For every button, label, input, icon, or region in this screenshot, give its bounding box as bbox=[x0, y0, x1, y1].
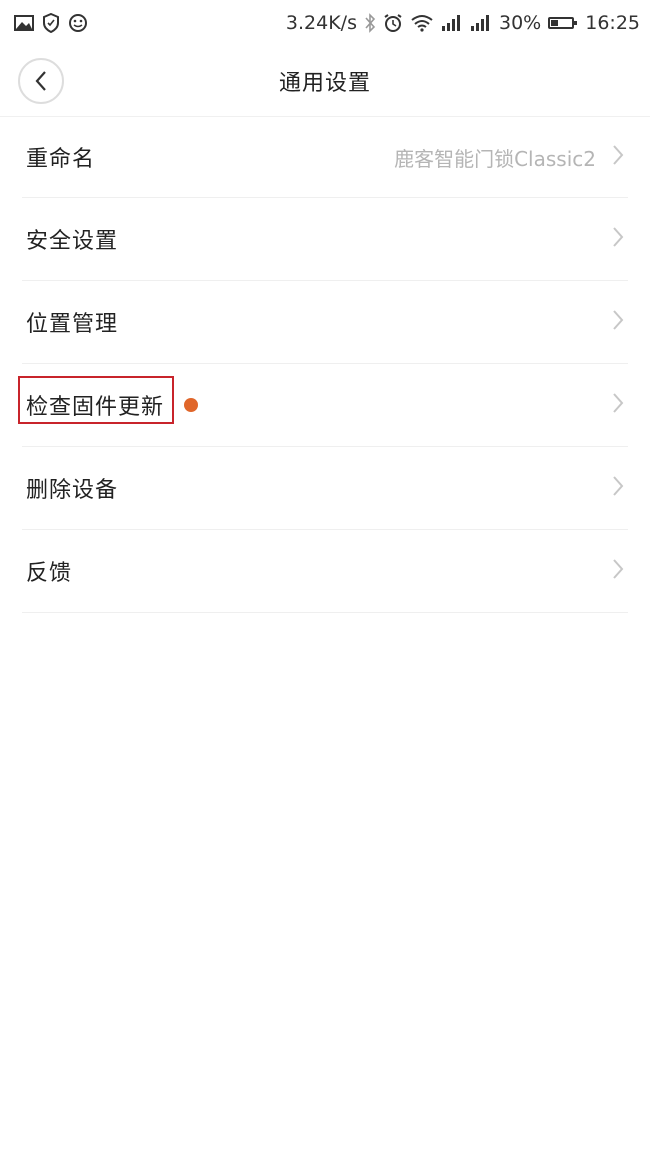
wifi-icon bbox=[410, 14, 434, 32]
menu-item-check-firmware-update[interactable]: 检查固件更新 bbox=[18, 364, 628, 447]
status-time: 16:25 bbox=[585, 12, 640, 34]
signal-icon bbox=[470, 14, 492, 32]
chevron-right-icon bbox=[612, 309, 624, 335]
menu-item-label: 重命名 bbox=[26, 147, 96, 172]
header: 通用设置 bbox=[0, 46, 650, 117]
menu-item-label: 删除设备 bbox=[26, 478, 119, 503]
settings-menu: 重命名 鹿客智能门锁Classic2 安全设置 位置管理 检查固件更新 删除设备… bbox=[0, 117, 650, 613]
page-title: 通用设置 bbox=[278, 71, 371, 96]
menu-item-rename[interactable]: 重命名 鹿客智能门锁Classic2 bbox=[22, 117, 628, 198]
device-name-value: 鹿客智能门锁Classic2 bbox=[394, 146, 596, 171]
highlight-box bbox=[18, 376, 174, 424]
network-speed: 3.24K/s bbox=[285, 12, 357, 34]
alarm-icon bbox=[383, 13, 403, 33]
menu-item-label: 反馈 bbox=[26, 561, 73, 586]
menu-item-feedback[interactable]: 反馈 bbox=[22, 530, 628, 613]
menu-item-label: 安全设置 bbox=[26, 229, 119, 254]
back-button[interactable] bbox=[18, 58, 64, 104]
signal-icon bbox=[441, 14, 463, 32]
update-dot bbox=[184, 398, 198, 412]
menu-item-delete-device[interactable]: 删除设备 bbox=[22, 447, 628, 530]
bluetooth-icon bbox=[364, 13, 376, 33]
status-right-icons: 3.24K/s 30% 16:25 bbox=[286, 12, 640, 34]
chevron-right-icon bbox=[612, 226, 624, 252]
battery-percent: 30% bbox=[499, 12, 542, 34]
status-bar: 3.24K/s 30% 16:25 bbox=[0, 0, 650, 46]
image-icon bbox=[14, 15, 34, 31]
menu-item-location-management[interactable]: 位置管理 bbox=[22, 281, 628, 364]
status-left-icons bbox=[14, 13, 88, 33]
chevron-right-icon bbox=[612, 558, 624, 584]
battery-icon bbox=[548, 17, 578, 29]
shield-icon bbox=[42, 13, 60, 33]
chevron-right-icon bbox=[612, 475, 624, 501]
chevron-left-icon bbox=[34, 70, 48, 92]
chevron-right-icon bbox=[612, 144, 624, 170]
smiley-icon bbox=[68, 13, 88, 33]
chevron-right-icon bbox=[612, 392, 624, 418]
menu-item-label: 位置管理 bbox=[26, 312, 119, 337]
menu-item-security-settings[interactable]: 安全设置 bbox=[22, 198, 628, 281]
